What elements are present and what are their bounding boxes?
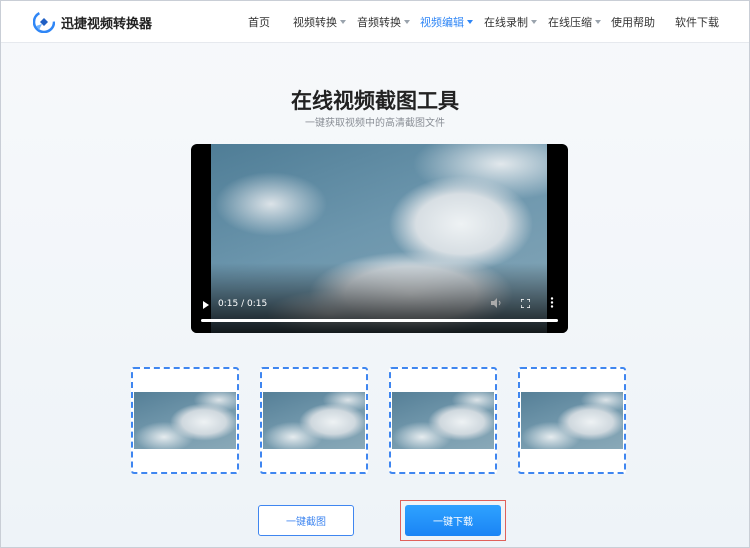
nav-label: 音频转换 bbox=[357, 16, 401, 29]
video-time: 0:15 / 0:15 bbox=[218, 299, 268, 309]
nav-help[interactable]: 使用帮助 bbox=[611, 14, 655, 30]
nav-label: 软件下载 bbox=[675, 16, 719, 29]
video-player[interactable]: 0:15 / 0:15 bbox=[191, 144, 568, 333]
thumbnail-image bbox=[521, 392, 623, 449]
nav-label: 视频转换 bbox=[293, 16, 337, 29]
chevron-down-icon bbox=[531, 20, 537, 24]
nav-download-software[interactable]: 软件下载 bbox=[675, 14, 719, 30]
thumbnail-image bbox=[263, 392, 365, 449]
top-header: 迅捷视频转换器 首页 视频转换 音频转换 视频编辑 在线录制 在线压缩 使用帮助 bbox=[1, 1, 749, 43]
nav-video-convert[interactable]: 视频转换 bbox=[293, 14, 346, 30]
download-button[interactable]: 一键下载 bbox=[405, 505, 501, 536]
nav-home[interactable]: 首页 bbox=[248, 14, 270, 30]
nav-online-compress[interactable]: 在线压缩 bbox=[548, 14, 601, 30]
screenshot-thumbnail[interactable] bbox=[131, 367, 239, 474]
fullscreen-icon[interactable] bbox=[521, 299, 530, 308]
chevron-down-icon bbox=[467, 20, 473, 24]
thumbnail-image bbox=[134, 392, 236, 449]
thumbnail-image bbox=[392, 392, 494, 449]
chevron-down-icon bbox=[340, 20, 346, 24]
nav-audio-convert[interactable]: 音频转换 bbox=[357, 14, 410, 30]
video-controls-shade bbox=[191, 263, 568, 333]
page-subtitle: 一键获取视频中的高清截图文件 bbox=[305, 118, 445, 129]
nav-online-record[interactable]: 在线录制 bbox=[484, 14, 537, 30]
capture-button[interactable]: 一键截图 bbox=[258, 505, 354, 536]
play-icon[interactable] bbox=[203, 301, 209, 309]
nav-video-edit[interactable]: 视频编辑 bbox=[420, 14, 473, 30]
screenshot-thumbnail[interactable] bbox=[389, 367, 497, 474]
nav-label: 使用帮助 bbox=[611, 16, 655, 29]
nav-label: 首页 bbox=[248, 16, 270, 29]
nav-label: 视频编辑 bbox=[420, 16, 464, 29]
more-options-icon[interactable] bbox=[550, 297, 554, 308]
chevron-down-icon bbox=[404, 20, 410, 24]
chevron-down-icon bbox=[595, 20, 601, 24]
volume-icon[interactable] bbox=[491, 298, 503, 308]
page-title: 在线视频截图工具 bbox=[291, 89, 459, 113]
screenshot-thumbnail[interactable] bbox=[260, 367, 368, 474]
screenshot-thumbnail[interactable] bbox=[518, 367, 626, 474]
video-progress-bar[interactable] bbox=[201, 319, 558, 322]
nav-label: 在线录制 bbox=[484, 16, 528, 29]
main-nav: 首页 视频转换 音频转换 视频编辑 在线录制 在线压缩 使用帮助 软件下载 bbox=[1, 1, 749, 43]
nav-label: 在线压缩 bbox=[548, 16, 592, 29]
